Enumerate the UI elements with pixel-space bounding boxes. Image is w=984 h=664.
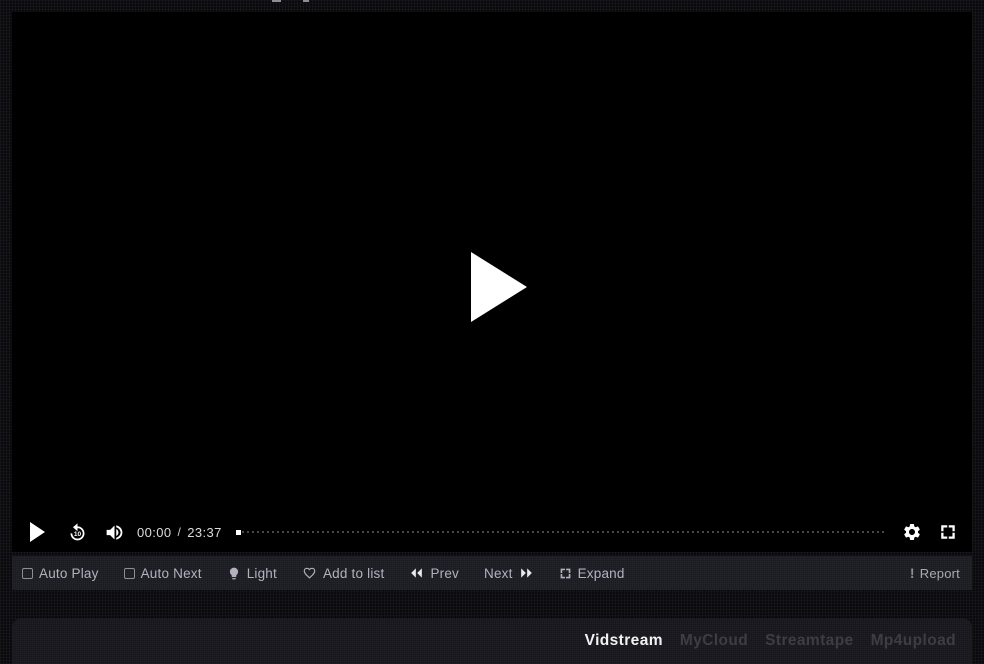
prev-icon (409, 567, 424, 579)
expand-icon (559, 567, 572, 580)
auto-next-label: Auto Next (141, 566, 202, 581)
video-player[interactable]: 10 00:00 / 23:37 (12, 12, 972, 552)
checkbox-icon[interactable] (22, 568, 33, 579)
next-episode-button[interactable]: Next (484, 566, 534, 581)
lightbulb-icon (227, 566, 241, 581)
expand-button[interactable]: Expand (559, 566, 625, 581)
next-icon (519, 567, 534, 579)
clipped-text-fragment (303, 0, 309, 2)
fullscreen-button[interactable] (938, 522, 958, 542)
progress-track[interactable] (242, 531, 886, 533)
gear-icon (902, 522, 922, 542)
volume-icon (104, 522, 125, 543)
prev-episode-button[interactable]: Prev (409, 566, 459, 581)
player-toolbar: Auto Play Auto Next Light Add to list (12, 556, 972, 590)
add-to-list-button[interactable]: Add to list (302, 566, 384, 581)
rewind-10-icon: 10 (67, 522, 88, 543)
light-label: Light (247, 566, 277, 581)
rewind-10-button[interactable]: 10 (67, 522, 88, 543)
server-tab-mycloud[interactable]: MyCloud (680, 632, 748, 650)
add-to-list-label: Add to list (323, 566, 384, 581)
playhead[interactable] (236, 530, 241, 535)
progress-bar[interactable] (236, 525, 886, 539)
expand-label: Expand (578, 566, 625, 581)
report-label: Report (920, 566, 960, 581)
toolbar-left-group: Auto Play Auto Next Light Add to list (22, 566, 625, 581)
servers-panel: Vidstream MyCloud Streamtape Mp4upload (12, 618, 972, 664)
time-display: 00:00 / 23:37 (137, 525, 222, 540)
play-icon (30, 522, 45, 542)
time-separator: / (178, 525, 182, 539)
next-label: Next (484, 566, 513, 581)
server-tab-vidstream[interactable]: Vidstream (585, 632, 663, 650)
prev-label: Prev (430, 566, 459, 581)
big-play-button[interactable] (471, 252, 527, 322)
current-time: 00:00 (137, 525, 172, 540)
report-button[interactable]: ! Report (910, 565, 960, 581)
exclamation-icon: ! (910, 565, 915, 581)
auto-play-label: Auto Play (39, 566, 99, 581)
auto-next-toggle[interactable]: Auto Next (124, 566, 202, 581)
server-tab-mp4upload[interactable]: Mp4upload (871, 632, 956, 650)
play-button[interactable] (30, 522, 45, 542)
server-tab-streamtape[interactable]: Streamtape (765, 632, 853, 650)
light-toggle[interactable]: Light (227, 566, 277, 581)
heart-icon (302, 566, 317, 580)
auto-play-toggle[interactable]: Auto Play (22, 566, 99, 581)
fullscreen-icon (938, 522, 958, 542)
settings-button[interactable] (902, 522, 922, 542)
volume-button[interactable] (104, 522, 125, 543)
checkbox-icon[interactable] (124, 568, 135, 579)
player-controls-bar: 10 00:00 / 23:37 (12, 512, 972, 552)
svg-text:10: 10 (74, 531, 82, 538)
clipped-text-fragment (272, 0, 281, 2)
duration: 23:37 (187, 525, 222, 540)
page: 10 00:00 / 23:37 (0, 0, 984, 664)
